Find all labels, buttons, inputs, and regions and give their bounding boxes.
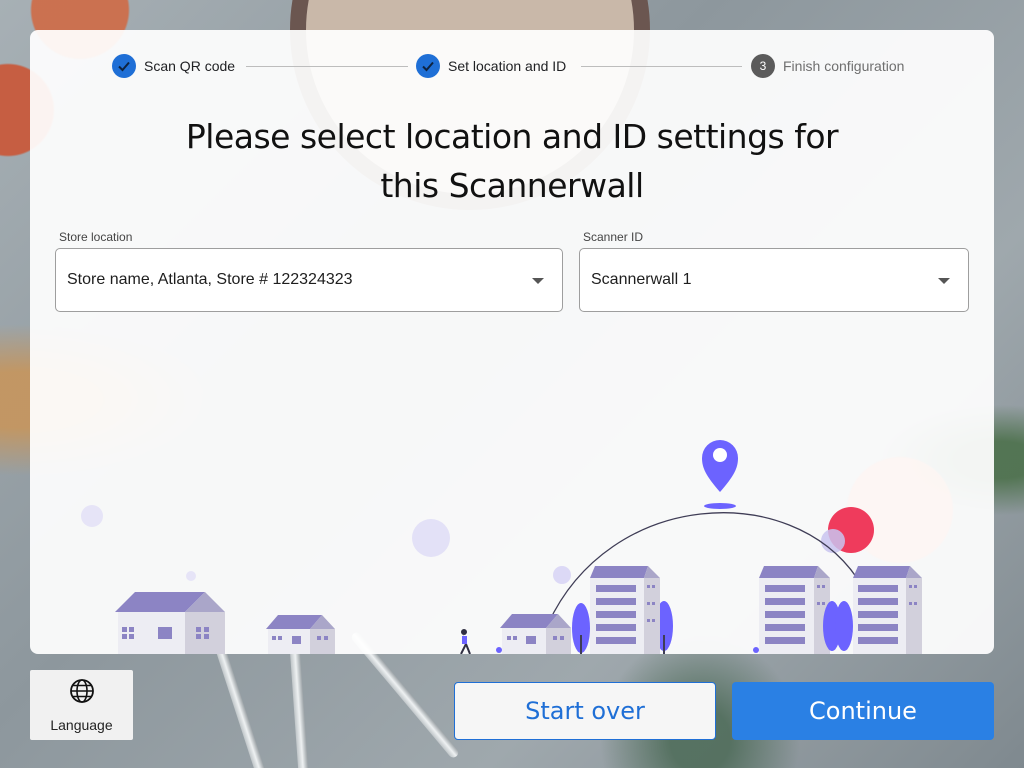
location-pin-icon <box>702 440 738 509</box>
apartment-building <box>759 566 830 654</box>
start-over-button[interactable]: Start over <box>454 682 716 740</box>
step-label: Scan QR code <box>144 58 236 74</box>
title-line: Please select location and ID settings f… <box>185 117 839 156</box>
house <box>500 614 571 654</box>
tree <box>835 601 853 651</box>
step-label: Set location and ID <box>448 58 567 74</box>
dropdown-arrow-icon <box>532 278 544 284</box>
store-location-value: Store name, Atlanta, Store # 122324323 <box>67 271 353 288</box>
stepper-connector <box>581 66 742 67</box>
bubble <box>81 505 103 527</box>
step-scan-qr: Scan QR code <box>112 54 235 78</box>
check-icon <box>416 54 440 78</box>
globe-icon <box>69 678 95 709</box>
store-location-select[interactable]: Store name, Atlanta, Store # 122324323 <box>55 248 563 312</box>
bubble <box>412 519 450 557</box>
setup-card: Scan QR code Set location and ID 3 Finis… <box>30 30 994 654</box>
house <box>115 592 225 654</box>
stepper-connector <box>246 66 408 67</box>
bush <box>753 647 759 653</box>
bubble <box>186 571 196 581</box>
bubble <box>553 566 571 584</box>
progress-stepper: Scan QR code Set location and ID 3 Finis… <box>30 54 994 78</box>
check-icon <box>112 54 136 78</box>
step-label: Finish configuration <box>783 58 905 74</box>
continue-button[interactable]: Continue <box>732 682 994 740</box>
apartment-building <box>853 566 922 654</box>
walking-person <box>460 629 471 654</box>
scanner-id-select[interactable]: Scannerwall 1 <box>579 248 969 312</box>
house <box>266 615 335 654</box>
title-line: this Scannerwall <box>380 166 644 205</box>
store-location-label: Store location <box>59 230 133 244</box>
bush <box>496 647 502 653</box>
step-set-location: Set location and ID <box>416 54 566 78</box>
page-title: Please select location and ID settings f… <box>30 112 994 210</box>
scanner-id-label: Scanner ID <box>583 230 644 244</box>
step-finish-configuration: 3 Finish configuration <box>751 54 904 78</box>
scanner-id-value: Scannerwall 1 <box>591 271 692 288</box>
city-location-illustration <box>81 440 922 654</box>
language-button[interactable]: Language <box>30 670 133 740</box>
bubble <box>821 529 845 553</box>
language-label: Language <box>50 716 113 733</box>
step-number: 3 <box>751 54 775 78</box>
apartment-building <box>590 566 660 654</box>
dropdown-arrow-icon <box>938 278 950 284</box>
